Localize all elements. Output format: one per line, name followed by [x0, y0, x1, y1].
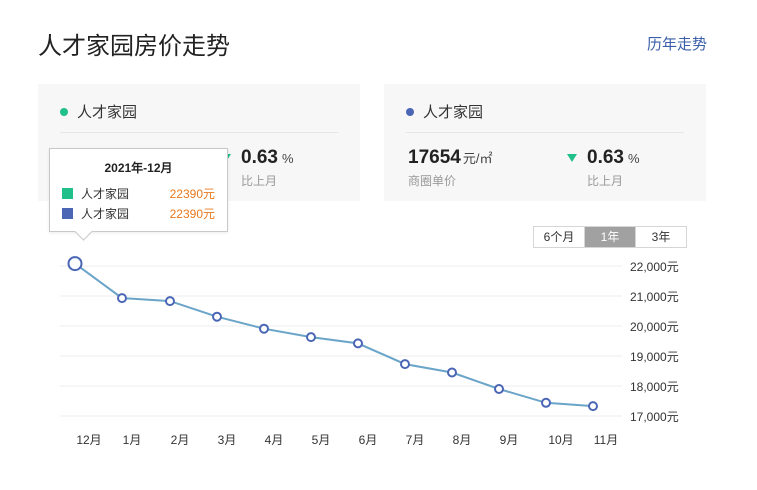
x-tick-label: 10月	[548, 433, 573, 447]
data-point	[541, 397, 551, 408]
tooltip-row: 人才家园 22390元	[62, 185, 215, 201]
x-tick-label: 12月	[76, 433, 101, 447]
data-point	[306, 332, 316, 343]
x-tick-label: 9月	[500, 433, 519, 447]
x-tick-label: 3月	[218, 433, 237, 447]
tooltip-value: 22390元	[169, 186, 215, 201]
price-trend-chart: 17,000元 18,000元 19,000元 20,000元 21,000元 22,00…	[60, 256, 679, 447]
legend-swatch-icon	[62, 187, 73, 199]
x-tick-label: 1月	[123, 433, 142, 447]
y-tick-label: 18,000元	[630, 380, 679, 394]
y-tick-label: 22,000元	[630, 260, 679, 274]
x-tick-label: 2月	[171, 433, 190, 447]
x-tick-label: 7月	[406, 433, 425, 447]
data-point	[447, 367, 457, 378]
data-point	[588, 401, 598, 412]
tooltip-series-name: 人才家园	[81, 186, 130, 201]
tooltip-row: 人才家园 22390元	[62, 205, 215, 221]
data-point	[400, 359, 410, 370]
tooltip-series-name: 人才家园	[81, 206, 130, 221]
y-tick-label: 17,000元	[630, 410, 679, 424]
x-tick-label: 4月	[265, 433, 284, 447]
data-point	[67, 256, 83, 272]
data-point	[165, 296, 175, 307]
data-point	[259, 323, 269, 334]
x-tick-label: 6月	[359, 433, 378, 447]
x-tick-label: 11月	[594, 433, 618, 447]
x-tick-label: 8月	[453, 433, 472, 447]
tooltip-value: 22390元	[169, 206, 215, 221]
data-point	[212, 311, 222, 322]
y-tick-label: 20,000元	[630, 320, 679, 334]
data-point	[353, 338, 363, 349]
legend-swatch-icon	[62, 207, 73, 219]
chart-tooltip: 2021年-12月 人才家园 22390元 人才家园 22390元	[49, 148, 228, 232]
y-tick-label: 19,000元	[630, 350, 679, 364]
x-tick-label: 5月	[312, 433, 331, 447]
data-point	[117, 293, 127, 304]
y-tick-label: 21,000元	[630, 290, 679, 304]
data-point	[494, 384, 504, 394]
tooltip-title: 2021年-12月	[104, 161, 173, 175]
series-line	[74, 262, 594, 408]
